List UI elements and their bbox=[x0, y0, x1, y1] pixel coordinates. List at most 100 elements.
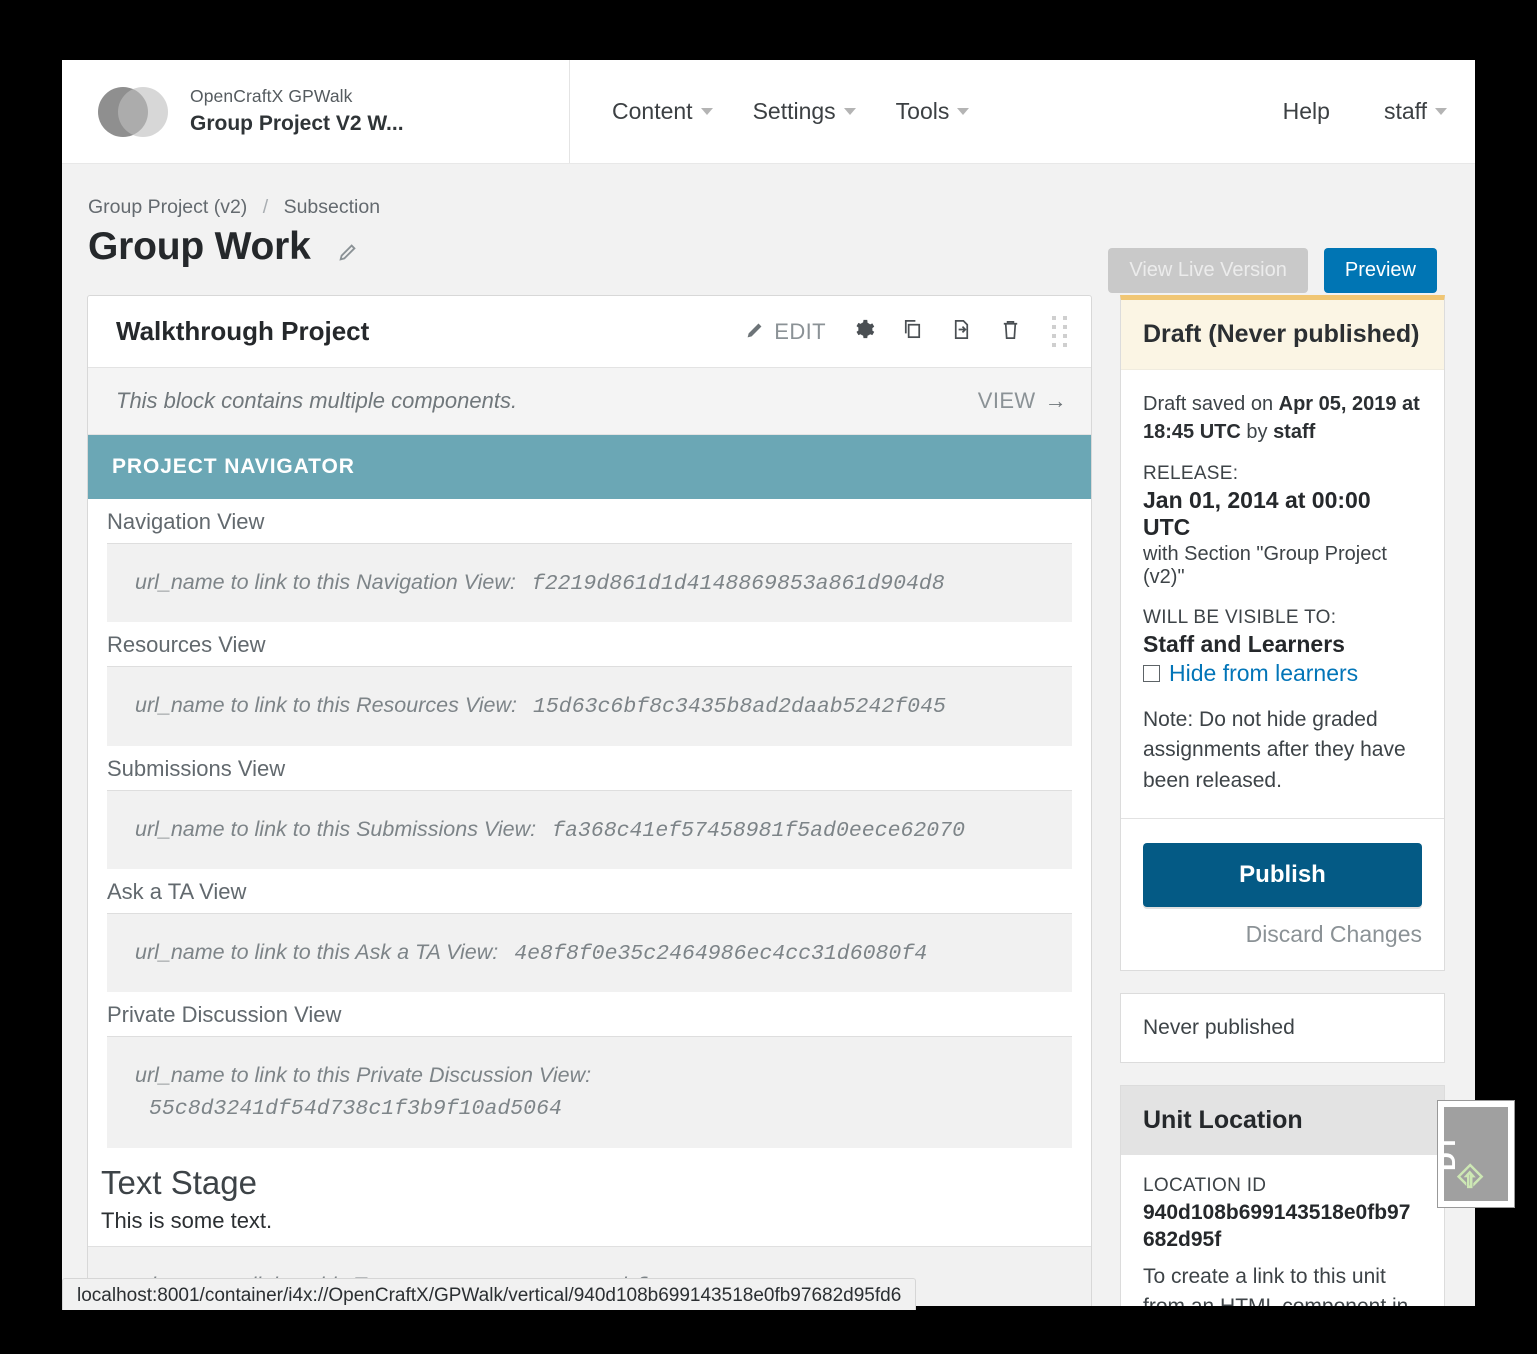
card-header: Walkthrough Project EDIT bbox=[88, 296, 1091, 368]
duplicate-icon bbox=[901, 318, 924, 346]
draft-saved-prefix: Draft saved on bbox=[1143, 393, 1279, 415]
project-navigator-body: Navigation View url_name to link to this… bbox=[88, 499, 1091, 1148]
publish-button[interactable]: Publish bbox=[1143, 843, 1422, 908]
unit-location-card: Unit Location LOCATION ID 940d108b699143… bbox=[1120, 1085, 1445, 1306]
view-live-version-button[interactable]: View Live Version bbox=[1108, 248, 1308, 293]
url-prompt: url_name to link to this Private Discuss… bbox=[135, 1063, 592, 1087]
view-url-box: url_name to link to this Private Discuss… bbox=[107, 1037, 1072, 1148]
main-column: Walkthrough Project EDIT This block cont… bbox=[87, 295, 1092, 1306]
pencil-icon[interactable] bbox=[337, 241, 359, 268]
status-bar-url: localhost:8001/container/i4x://OpenCraft… bbox=[62, 1278, 917, 1310]
nav-item-settings[interactable]: Settings bbox=[753, 98, 856, 125]
navigator-view-row: Resources View url_name to link to this … bbox=[107, 622, 1072, 746]
text-stage-body: This is some text. bbox=[101, 1207, 273, 1233]
nav-label-help: Help bbox=[1282, 98, 1330, 124]
nav-item-tools[interactable]: Tools bbox=[896, 98, 970, 125]
view-url-box: url_name to link to this Navigation View… bbox=[107, 544, 1072, 623]
url-prompt: url_name to link to this Navigation View… bbox=[135, 570, 516, 594]
draft-saved-line: Draft saved on Apr 05, 2019 at 18:45 UTC… bbox=[1143, 390, 1422, 447]
block-note-row: This block contains multiple components.… bbox=[88, 368, 1091, 435]
url-prompt: url_name to link to this Submissions Vie… bbox=[135, 816, 537, 841]
edit-button[interactable]: EDIT bbox=[745, 319, 826, 345]
drag-handle-icon[interactable] bbox=[1052, 316, 1067, 347]
publish-status-card: Draft (Never published) Draft saved on A… bbox=[1120, 295, 1445, 972]
move-icon bbox=[950, 318, 973, 346]
arrow-right-icon: → bbox=[1044, 388, 1067, 413]
view-name-label: Private Discussion View bbox=[107, 992, 1072, 1037]
view-name-label: Ask a TA View bbox=[107, 869, 1072, 914]
view-name-label: Navigation View bbox=[107, 499, 1072, 544]
card-toolbar: EDIT bbox=[719, 316, 1067, 347]
hide-from-learners-label[interactable]: Hide from learners bbox=[1169, 660, 1358, 687]
visibility-value: Staff and Learners bbox=[1143, 630, 1345, 657]
brand-area[interactable]: OpenCraftX GPWalk Group Project V2 W... bbox=[62, 60, 570, 163]
top-bar: OpenCraftX GPWalk Group Project V2 W... … bbox=[62, 60, 1475, 164]
navigator-view-row: Submissions View url_name to link to thi… bbox=[107, 746, 1072, 869]
card-title: Walkthrough Project bbox=[116, 316, 370, 346]
header-actions: View Live Version Preview bbox=[1108, 248, 1437, 293]
delete-button[interactable] bbox=[999, 318, 1022, 346]
visibility-caption: WILL BE VISIBLE TO: bbox=[1143, 606, 1337, 628]
visibility-note: Note: Do not hide graded assignments aft… bbox=[1143, 707, 1406, 792]
view-url-box: url_name to link to this Submissions Vie… bbox=[107, 790, 1072, 869]
view-name-label: Submissions View bbox=[107, 746, 1072, 791]
url-hash: 15d63c6bf8c3435b8ad2daab5242f045 bbox=[533, 695, 946, 720]
view-url-box: url_name to link to this Resources View:… bbox=[107, 667, 1072, 746]
hide-from-learners-row[interactable]: Hide from learners bbox=[1143, 660, 1422, 687]
url-prompt: url_name to link to this Ask a TA View: bbox=[135, 939, 499, 964]
unit-location-header: Unit Location bbox=[1121, 1086, 1444, 1156]
preview-button[interactable]: Preview bbox=[1323, 248, 1437, 293]
location-help-text: To create a link to this unit from an HT… bbox=[1143, 1264, 1408, 1306]
status-badge: Draft (Never published) bbox=[1121, 300, 1444, 370]
url-hash: 4e8f8f0e35c2464986ec4cc31d6080f4 bbox=[514, 941, 928, 966]
nav-item-content[interactable]: Content bbox=[612, 98, 713, 125]
release-section: with Section "Group Project (v2)" bbox=[1143, 542, 1387, 588]
hide-from-learners-checkbox[interactable] bbox=[1143, 664, 1160, 682]
url-hash: 55c8d3241df54d738c1f3b9f10ad5064 bbox=[149, 1097, 562, 1122]
duplicate-button[interactable] bbox=[901, 318, 924, 346]
chevron-down-icon bbox=[957, 108, 970, 115]
navigator-view-row: Private Discussion View url_name to link… bbox=[107, 992, 1072, 1148]
move-button[interactable] bbox=[950, 318, 973, 346]
chevron-down-icon bbox=[700, 108, 713, 115]
view-name-label: Resources View bbox=[107, 622, 1072, 668]
navigator-view-row: Ask a TA View url_name to link to this A… bbox=[107, 869, 1072, 992]
chevron-down-icon bbox=[1435, 108, 1447, 115]
nav-item-help[interactable]: Help bbox=[1283, 98, 1330, 125]
overlapping-circles-logo bbox=[98, 86, 168, 137]
location-id-caption: LOCATION ID bbox=[1143, 1175, 1267, 1197]
publish-actions: Publish Discard Changes bbox=[1121, 818, 1444, 970]
nav-label-account: staff bbox=[1383, 98, 1427, 124]
nav-label-tools: Tools bbox=[895, 98, 950, 124]
edit-label: EDIT bbox=[774, 318, 826, 344]
discard-changes-button[interactable]: Discard Changes bbox=[1246, 921, 1422, 948]
breadcrumb-parent[interactable]: Group Project (v2) bbox=[88, 196, 247, 218]
breadcrumb-separator: / bbox=[262, 196, 269, 218]
never-published-text: Never published bbox=[1143, 1016, 1295, 1040]
release-date: Jan 01, 2014 at 00:00 UTC bbox=[1143, 486, 1371, 540]
nav-label-settings: Settings bbox=[752, 98, 836, 124]
release-caption: RELEASE: bbox=[1143, 462, 1239, 484]
content-columns: Walkthrough Project EDIT This block cont… bbox=[62, 269, 1475, 1306]
url-hash: f2219d861d1d4148869853a861d904d8 bbox=[531, 572, 945, 596]
view-label: VIEW bbox=[977, 388, 1036, 413]
gear-icon bbox=[852, 318, 875, 346]
nav-item-account[interactable]: staff bbox=[1384, 98, 1447, 125]
chevron-down-icon bbox=[843, 108, 856, 115]
draft-saved-by: staff bbox=[1273, 421, 1316, 444]
view-url-box: url_name to link to this Ask a TA View: … bbox=[107, 913, 1072, 992]
app-page: OpenCraftX GPWalk Group Project V2 W... … bbox=[62, 60, 1475, 1306]
navigator-view-row: Navigation View url_name to link to this… bbox=[107, 499, 1072, 623]
view-link[interactable]: VIEW → bbox=[978, 388, 1067, 414]
debug-toolbar-widget[interactable]: DT ⎆ bbox=[1437, 1100, 1515, 1208]
breadcrumb-current[interactable]: Subsection bbox=[284, 196, 380, 218]
location-id-value: 940d108b699143518e0fb97682d95f bbox=[1143, 1201, 1411, 1252]
breadcrumb: Group Project (v2) / Subsection bbox=[88, 196, 1439, 219]
main-nav: Content Settings Tools Help staff bbox=[570, 60, 1475, 163]
url-prompt: url_name to link to this Resources View: bbox=[135, 693, 518, 718]
text-stage-title: Text Stage bbox=[101, 1163, 257, 1201]
settings-button[interactable] bbox=[852, 318, 875, 346]
never-published-card: Never published bbox=[1120, 993, 1445, 1064]
component-card: Walkthrough Project EDIT This block cont… bbox=[87, 295, 1092, 1306]
page-title: Group Work bbox=[88, 225, 311, 268]
